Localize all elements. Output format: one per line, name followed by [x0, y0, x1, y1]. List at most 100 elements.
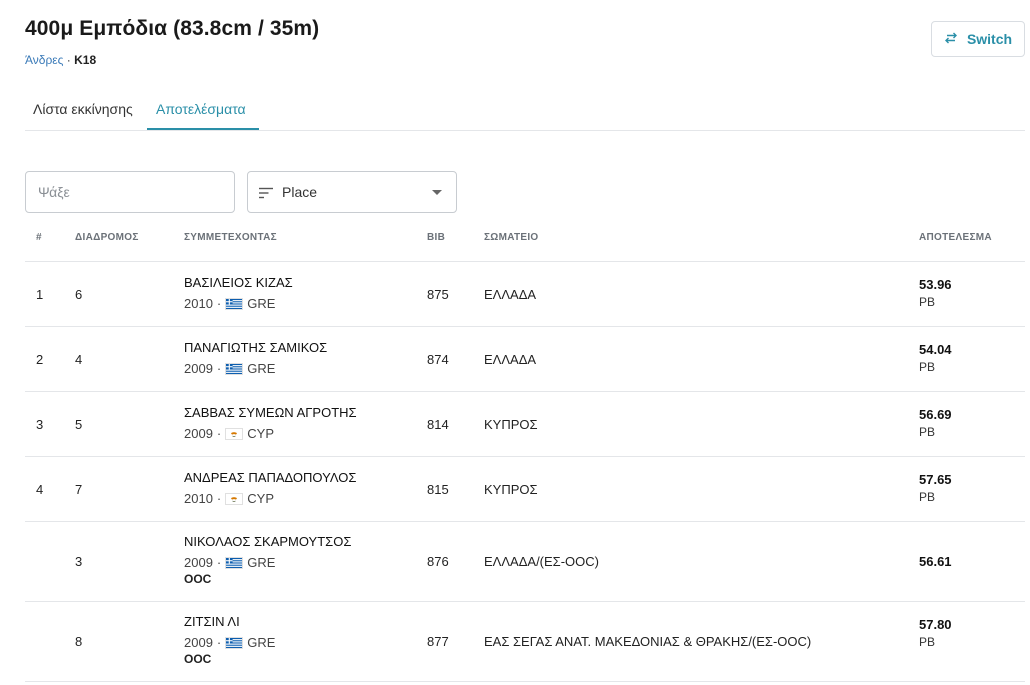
athlete-name[interactable]: ΣΑΒΒΑΣ ΣΥΜΕΩΝ ΑΓΡΟΤΗΣ — [184, 405, 357, 420]
greece-flag-icon — [225, 556, 244, 569]
place-cell: 1 — [36, 287, 44, 302]
lane-cell: 3 — [75, 554, 83, 569]
country-code: GRE — [247, 361, 276, 376]
country-code: GRE — [247, 555, 276, 570]
athlete-name[interactable]: ΑΝΔΡΕΑΣ ΠΑΠΑΔΟΠΟΥΛΟΣ — [184, 470, 356, 485]
athlete-name[interactable]: ΠΑΝΑΓΙΩΤΗΣ ΣΑΜΙΚΟΣ — [184, 340, 327, 355]
table-row[interactable]: 8 ΖΙΤΣΙΝ ΛΙ 2009 · GRE OOC 877 ΕΑΣ ΣΕΓΑΣ ΑΝΑΤ. … — [25, 602, 1025, 682]
athlete-name[interactable]: ΒΑΣΙΛΕΙΟΣ ΚΙΖΑΣ — [184, 275, 293, 290]
athlete-meta: 2009 · GRE — [184, 361, 327, 376]
table-row[interactable]: 1 6 ΒΑΣΙΛΕΙΟΣ ΚΙΖΑΣ 2010 · GRE 875 ΕΛΛΑΔΑ 53.96 P… — [25, 262, 1025, 327]
pb-badge: PB — [919, 635, 936, 649]
bib-cell: 875 — [427, 287, 449, 302]
col-lane[interactable]: ΔΙΑΔΡΟΜΟΣ — [75, 232, 139, 243]
event-subtitle: Άνδρες · K18 — [25, 53, 96, 67]
birth-year: 2009 — [184, 635, 213, 650]
table-row[interactable]: 2 4 ΠΑΝΑΓΙΩΤΗΣ ΣΑΜΙΚΟΣ 2009 · GRE 874 ΕΛΛΑΔΑ 54.… — [25, 327, 1025, 392]
athlete-meta: 2009 · GRE — [184, 635, 275, 650]
table-row[interactable]: 3 ΝΙΚΟΛΑΟΣ ΣΚΑΡΜΟΥΤΣΟΣ 2009 · GRE OOC 876 ΕΛΛΑΔ… — [25, 522, 1025, 602]
meta-separator: · — [216, 635, 222, 650]
birth-year: 2010 — [184, 491, 213, 506]
athlete-name[interactable]: ΝΙΚΟΛΑΟΣ ΣΚΑΡΜΟΥΤΣΟΣ — [184, 534, 351, 549]
cyprus-flag-icon — [225, 427, 244, 440]
tab-bar: Λίστα εκκίνησης Αποτελέσματα — [25, 93, 1025, 131]
place-cell: 4 — [36, 482, 44, 497]
athlete-cell: ΒΑΣΙΛΕΙΟΣ ΚΙΖΑΣ 2010 · GRE — [184, 275, 293, 311]
bib-cell: 877 — [427, 634, 449, 649]
ooc-badge: OOC — [184, 652, 212, 666]
table-row[interactable]: 4 7 ΑΝΔΡΕΑΣ ΠΑΠΑΔΟΠΟΥΛΟΣ 2010 · CYP 815 ΚΥΠΡΟΣ 5… — [25, 457, 1025, 522]
place-cell: 2 — [36, 352, 44, 367]
bib-cell: 815 — [427, 482, 449, 497]
sort-select[interactable]: Place — [247, 171, 457, 213]
birth-year: 2009 — [184, 555, 213, 570]
athlete-meta: 2009 · GRE — [184, 555, 351, 570]
athlete-name[interactable]: ΖΙΤΣΙΝ ΛΙ — [184, 614, 275, 629]
category-link[interactable]: Άνδρες — [25, 53, 63, 67]
athlete-cell: ΖΙΤΣΙΝ ΛΙ 2009 · GRE OOC — [184, 614, 275, 666]
table-row[interactable]: 3 5 ΣΑΒΒΑΣ ΣΥΜΕΩΝ ΑΓΡΟΤΗΣ 2009 · CYP 814 ΚΥΠΡΟΣ… — [25, 392, 1025, 457]
greece-flag-icon — [225, 297, 244, 310]
place-cell: 3 — [36, 417, 44, 432]
club-cell: ΕΛΛΑΔΑ — [484, 287, 537, 302]
greece-flag-icon — [225, 636, 244, 649]
col-place[interactable]: # — [36, 232, 42, 243]
athlete-cell: ΠΑΝΑΓΙΩΤΗΣ ΣΑΜΙΚΟΣ 2009 · GRE — [184, 340, 327, 376]
tab-results[interactable]: Αποτελέσματα — [156, 101, 246, 117]
col-club[interactable]: ΣΩΜΑΤΕΙΟ — [484, 232, 538, 243]
sort-lines-icon — [259, 186, 273, 199]
meta-separator: · — [216, 296, 222, 311]
bib-cell: 874 — [427, 352, 449, 367]
club-cell: ΕΛΛΑΔΑ/(ΕΣ-ΟΟC) — [484, 554, 599, 569]
meta-separator: · — [216, 361, 222, 376]
lane-cell: 8 — [75, 634, 83, 649]
result-cell: 56.61 — [919, 554, 952, 569]
pb-badge: PB — [919, 425, 936, 439]
col-athlete[interactable]: ΣΥΜΜΕΤΕΧΟΝΤΑΣ — [184, 232, 277, 243]
athlete-cell: ΣΑΒΒΑΣ ΣΥΜΕΩΝ ΑΓΡΟΤΗΣ 2009 · CYP — [184, 405, 357, 441]
meta-separator: · — [216, 555, 222, 570]
bib-cell: 814 — [427, 417, 449, 432]
search-input[interactable] — [25, 171, 235, 213]
result-time: 57.80 — [919, 617, 952, 632]
club-cell: ΕΑΣ ΣΕΓΑΣ ΑΝΑΤ. ΜΑΚΕΔΟΝΙΑΣ & ΘΡΑΚΗΣ/(ΕΣ-… — [484, 634, 812, 649]
cyprus-flag-icon — [225, 492, 244, 505]
club-cell: ΚΥΠΡΟΣ — [484, 482, 538, 497]
result-cell: 57.65 PB — [919, 472, 952, 504]
age-group-label: K18 — [74, 53, 97, 67]
switch-button-label: Switch — [966, 31, 1013, 47]
athlete-cell: ΑΝΔΡΕΑΣ ΠΑΠΑΔΟΠΟΥΛΟΣ 2010 · CYP — [184, 470, 356, 506]
bib-cell: 876 — [427, 554, 449, 569]
country-code: CYP — [247, 426, 274, 441]
lane-cell: 4 — [75, 352, 83, 367]
col-result[interactable]: ΑΠΟΤΕΛΕΣΜΑ — [919, 232, 992, 243]
country-code: CYP — [247, 491, 274, 506]
greece-flag-icon — [225, 362, 244, 375]
birth-year: 2009 — [184, 361, 213, 376]
pb-badge: PB — [919, 490, 936, 504]
page-title: 400μ Εμπόδια (83.8cm / 35m) — [25, 17, 320, 40]
result-time: 56.69 — [919, 407, 952, 422]
result-time: 56.61 — [919, 554, 952, 569]
result-cell: 56.69 PB — [919, 407, 952, 439]
col-bib[interactable]: BIB — [427, 232, 445, 243]
ooc-badge: OOC — [184, 572, 212, 586]
lane-cell: 5 — [75, 417, 83, 432]
athlete-meta: 2009 · CYP — [184, 426, 357, 441]
athlete-cell: ΝΙΚΟΛΑΟΣ ΣΚΑΡΜΟΥΤΣΟΣ 2009 · GRE OOC — [184, 534, 351, 586]
result-cell: 53.96 PB — [919, 277, 952, 309]
result-cell: 57.80 PB — [919, 617, 952, 649]
result-time: 53.96 — [919, 277, 952, 292]
club-cell: ΕΛΛΑΔΑ — [484, 352, 537, 367]
sort-selected-value: Place — [282, 184, 318, 200]
switch-button[interactable]: Switch — [931, 21, 1025, 57]
club-cell: ΚΥΠΡΟΣ — [484, 417, 538, 432]
athlete-meta: 2010 · CYP — [184, 491, 356, 506]
active-tab-indicator — [147, 128, 259, 130]
tab-start-list[interactable]: Λίστα εκκίνησης — [33, 101, 133, 117]
table-header: # ΔΙΑΔΡΟΜΟΣ ΣΥΜΜΕΤΕΧΟΝΤΑΣ BIB ΣΩΜΑΤΕΙΟ Α… — [25, 220, 1025, 262]
result-time: 57.65 — [919, 472, 952, 487]
country-code: GRE — [247, 296, 276, 311]
pb-badge: PB — [919, 295, 936, 309]
subtitle-separator: · — [63, 53, 75, 67]
